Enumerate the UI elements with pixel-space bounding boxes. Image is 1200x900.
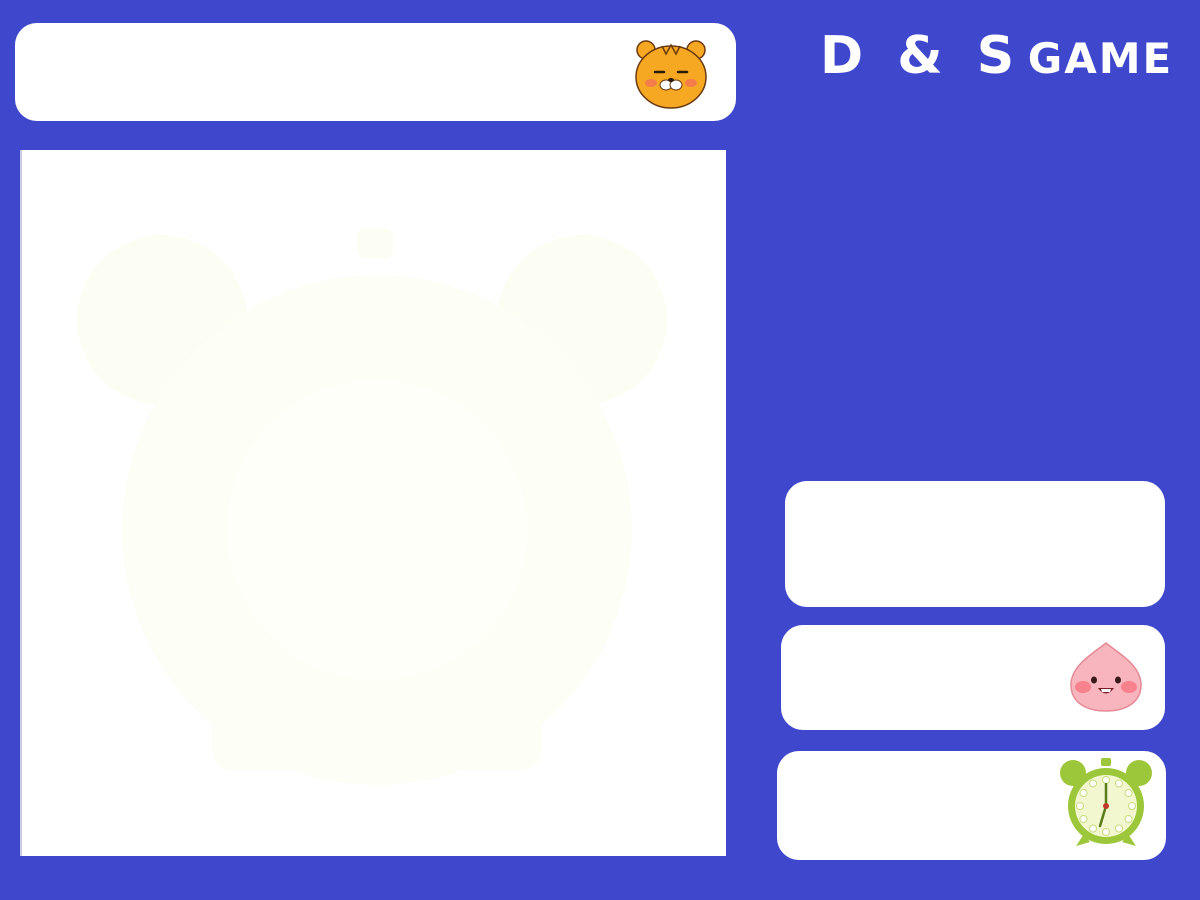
info-panel <box>785 481 1165 607</box>
alarm-clock-icon <box>1060 758 1152 846</box>
game-title-main: D & S <box>820 26 1023 86</box>
peach-face-icon <box>1070 642 1142 712</box>
game-title: D & S GAME <box>820 30 1171 82</box>
lion-face-icon <box>635 40 707 109</box>
game-board[interactable] <box>20 150 726 856</box>
player-panel <box>15 23 736 121</box>
faded-alarm-clock-icon <box>77 228 667 785</box>
game-title-sub: GAME <box>1027 34 1174 83</box>
